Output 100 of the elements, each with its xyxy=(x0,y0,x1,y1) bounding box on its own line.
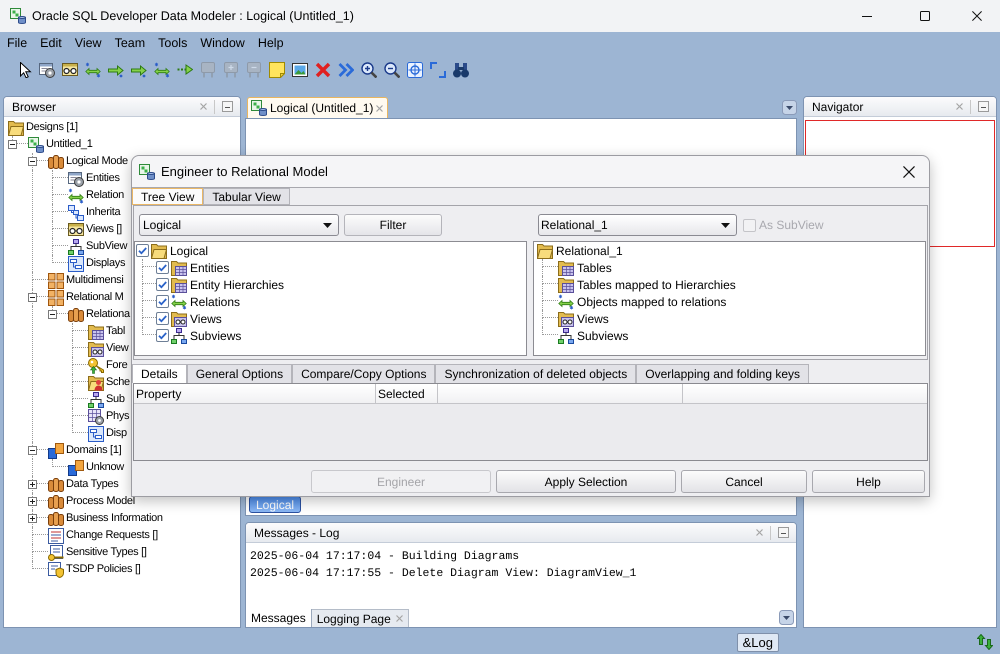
collapse-icon[interactable] xyxy=(28,293,37,302)
tab[interactable]: General Options xyxy=(186,364,292,383)
tree-item[interactable]: Tables xyxy=(577,262,612,274)
tree-item[interactable]: Fore xyxy=(106,360,128,371)
tree-item[interactable]: Logical xyxy=(170,244,208,256)
cancel-button[interactable]: Cancel xyxy=(681,470,807,493)
tree-item[interactable]: SubView xyxy=(86,241,128,252)
expand-icon[interactable] xyxy=(28,514,37,523)
table-folder-icon xyxy=(171,276,187,292)
tree-item[interactable]: View xyxy=(106,343,128,354)
note-icon[interactable] xyxy=(269,62,285,78)
collapse-icon[interactable] xyxy=(28,157,37,166)
expand-icon[interactable] xyxy=(28,497,37,506)
checkbox[interactable] xyxy=(156,261,169,274)
collapse-icon[interactable] xyxy=(28,446,37,455)
menu-item[interactable]: Help xyxy=(258,36,284,50)
double-arrow-icon xyxy=(171,294,187,310)
apply-selection-button[interactable]: Apply Selection xyxy=(496,470,676,493)
zoom-out-icon[interactable] xyxy=(384,62,400,78)
tree-item[interactable]: Relational_1 xyxy=(556,244,623,256)
tree-item[interactable]: Entities xyxy=(86,173,120,184)
close-icon xyxy=(903,166,915,178)
tree-item[interactable]: Sub xyxy=(106,394,125,405)
tab[interactable]: Logging Page xyxy=(312,609,409,627)
tree-item[interactable]: Sensitive Types [] xyxy=(66,547,147,558)
tree-item[interactable]: Views xyxy=(190,312,222,324)
tree-item[interactable]: Phys xyxy=(106,411,130,422)
table-gear-icon[interactable] xyxy=(39,62,55,78)
dropdown-icon[interactable] xyxy=(779,610,794,625)
collapse-icon[interactable] xyxy=(8,140,17,149)
checkbox[interactable] xyxy=(156,278,169,291)
tree-item[interactable]: Subviews xyxy=(190,330,242,342)
minimize-icon[interactable] xyxy=(778,527,789,538)
collapse-icon[interactable] xyxy=(48,310,57,319)
tree-item[interactable]: Domains [1] xyxy=(66,445,122,456)
tree-item[interactable]: Sche xyxy=(106,377,130,388)
tree-item[interactable]: Views [] xyxy=(86,224,122,235)
menu-item[interactable]: File xyxy=(7,36,28,50)
tree-item[interactable]: Designs [1] xyxy=(26,122,78,133)
cursor-icon[interactable] xyxy=(20,62,32,78)
menu-item[interactable]: Window xyxy=(200,36,245,50)
menu-item[interactable]: Tools xyxy=(158,36,188,50)
zoom-in-icon[interactable] xyxy=(361,62,377,78)
tree-item[interactable]: Disp xyxy=(106,428,127,439)
filter-button[interactable]: Filter xyxy=(344,214,442,236)
tree-item[interactable]: Views xyxy=(577,312,609,324)
binoculars-icon[interactable] xyxy=(453,62,469,78)
minimize-icon[interactable] xyxy=(222,101,233,112)
tree-item[interactable]: Entity Hierarchies xyxy=(190,278,284,290)
tree-item[interactable]: Unknow xyxy=(86,462,124,473)
tree-item[interactable]: Relations xyxy=(190,296,240,308)
tree-item[interactable]: Relational M xyxy=(66,292,124,303)
crosshair-icon[interactable] xyxy=(407,62,423,78)
tab[interactable]: Details xyxy=(132,364,187,383)
picture-icon[interactable] xyxy=(292,62,308,76)
tree-item[interactable]: Subviews xyxy=(577,330,628,342)
tree-item[interactable]: Business Information xyxy=(66,513,163,524)
tab[interactable]: Tabular View xyxy=(203,188,290,205)
tab[interactable]: Synchronization of deleted objects xyxy=(435,364,636,383)
checkbox[interactable] xyxy=(156,295,169,308)
tree-item[interactable]: Displays xyxy=(86,258,126,269)
tree-item[interactable]: Change Requests [] xyxy=(66,530,158,541)
tree-item[interactable]: Process Model xyxy=(66,496,135,507)
tree-item[interactable]: Inherita xyxy=(86,207,120,218)
expand-icon[interactable] xyxy=(28,480,37,489)
dropdown-icon[interactable] xyxy=(782,100,797,115)
barrels-icon xyxy=(68,306,84,322)
tree-item[interactable]: Tabl xyxy=(106,326,125,337)
double-arrow-icon[interactable] xyxy=(154,62,170,78)
tab[interactable]: Tree View xyxy=(132,188,204,205)
minimize-icon[interactable] xyxy=(978,101,989,112)
tree-item[interactable]: Objects mapped to relations xyxy=(577,296,726,308)
tree-item[interactable]: Entities xyxy=(190,262,230,274)
checkbox[interactable] xyxy=(156,312,169,325)
panel-title: Messages - Log xyxy=(254,526,340,538)
tree-item[interactable]: Relationa xyxy=(86,309,130,320)
menu-item[interactable]: View xyxy=(74,36,102,50)
dotted-arrow-icon[interactable] xyxy=(177,64,193,75)
menu-item[interactable]: Team xyxy=(114,36,146,50)
checkbox[interactable] xyxy=(156,329,169,342)
tab[interactable]: Overlapping and folding keys xyxy=(636,364,810,383)
model-select[interactable]: Logical xyxy=(139,214,339,236)
tab[interactable]: Compare/Copy Options xyxy=(292,364,436,383)
tree-item[interactable]: Tables mapped to Hierarchies xyxy=(577,278,736,290)
log-button[interactable]: &Log xyxy=(736,632,779,652)
tree-item[interactable]: Logical Mode xyxy=(66,156,128,167)
tree-item[interactable]: Data Types xyxy=(66,479,118,490)
tree-item[interactable]: Multidimensi xyxy=(66,275,124,286)
glasses-icon xyxy=(68,223,84,236)
tree-item[interactable]: TSDP Policies [] xyxy=(66,564,140,575)
help-button[interactable]: Help xyxy=(812,470,925,493)
editor-tab[interactable]: Logical (Untitled_1) xyxy=(247,97,388,118)
glasses-icon[interactable] xyxy=(62,63,78,76)
tree-item[interactable]: Untitled_1 xyxy=(46,139,93,150)
grid-icon xyxy=(48,290,64,306)
double-arrow-icon[interactable] xyxy=(85,62,101,78)
model-select[interactable]: Relational_1 xyxy=(538,214,737,236)
menu-item[interactable]: Edit xyxy=(40,36,62,50)
tree-item[interactable]: Relation xyxy=(86,190,124,201)
checkbox[interactable] xyxy=(136,244,149,257)
